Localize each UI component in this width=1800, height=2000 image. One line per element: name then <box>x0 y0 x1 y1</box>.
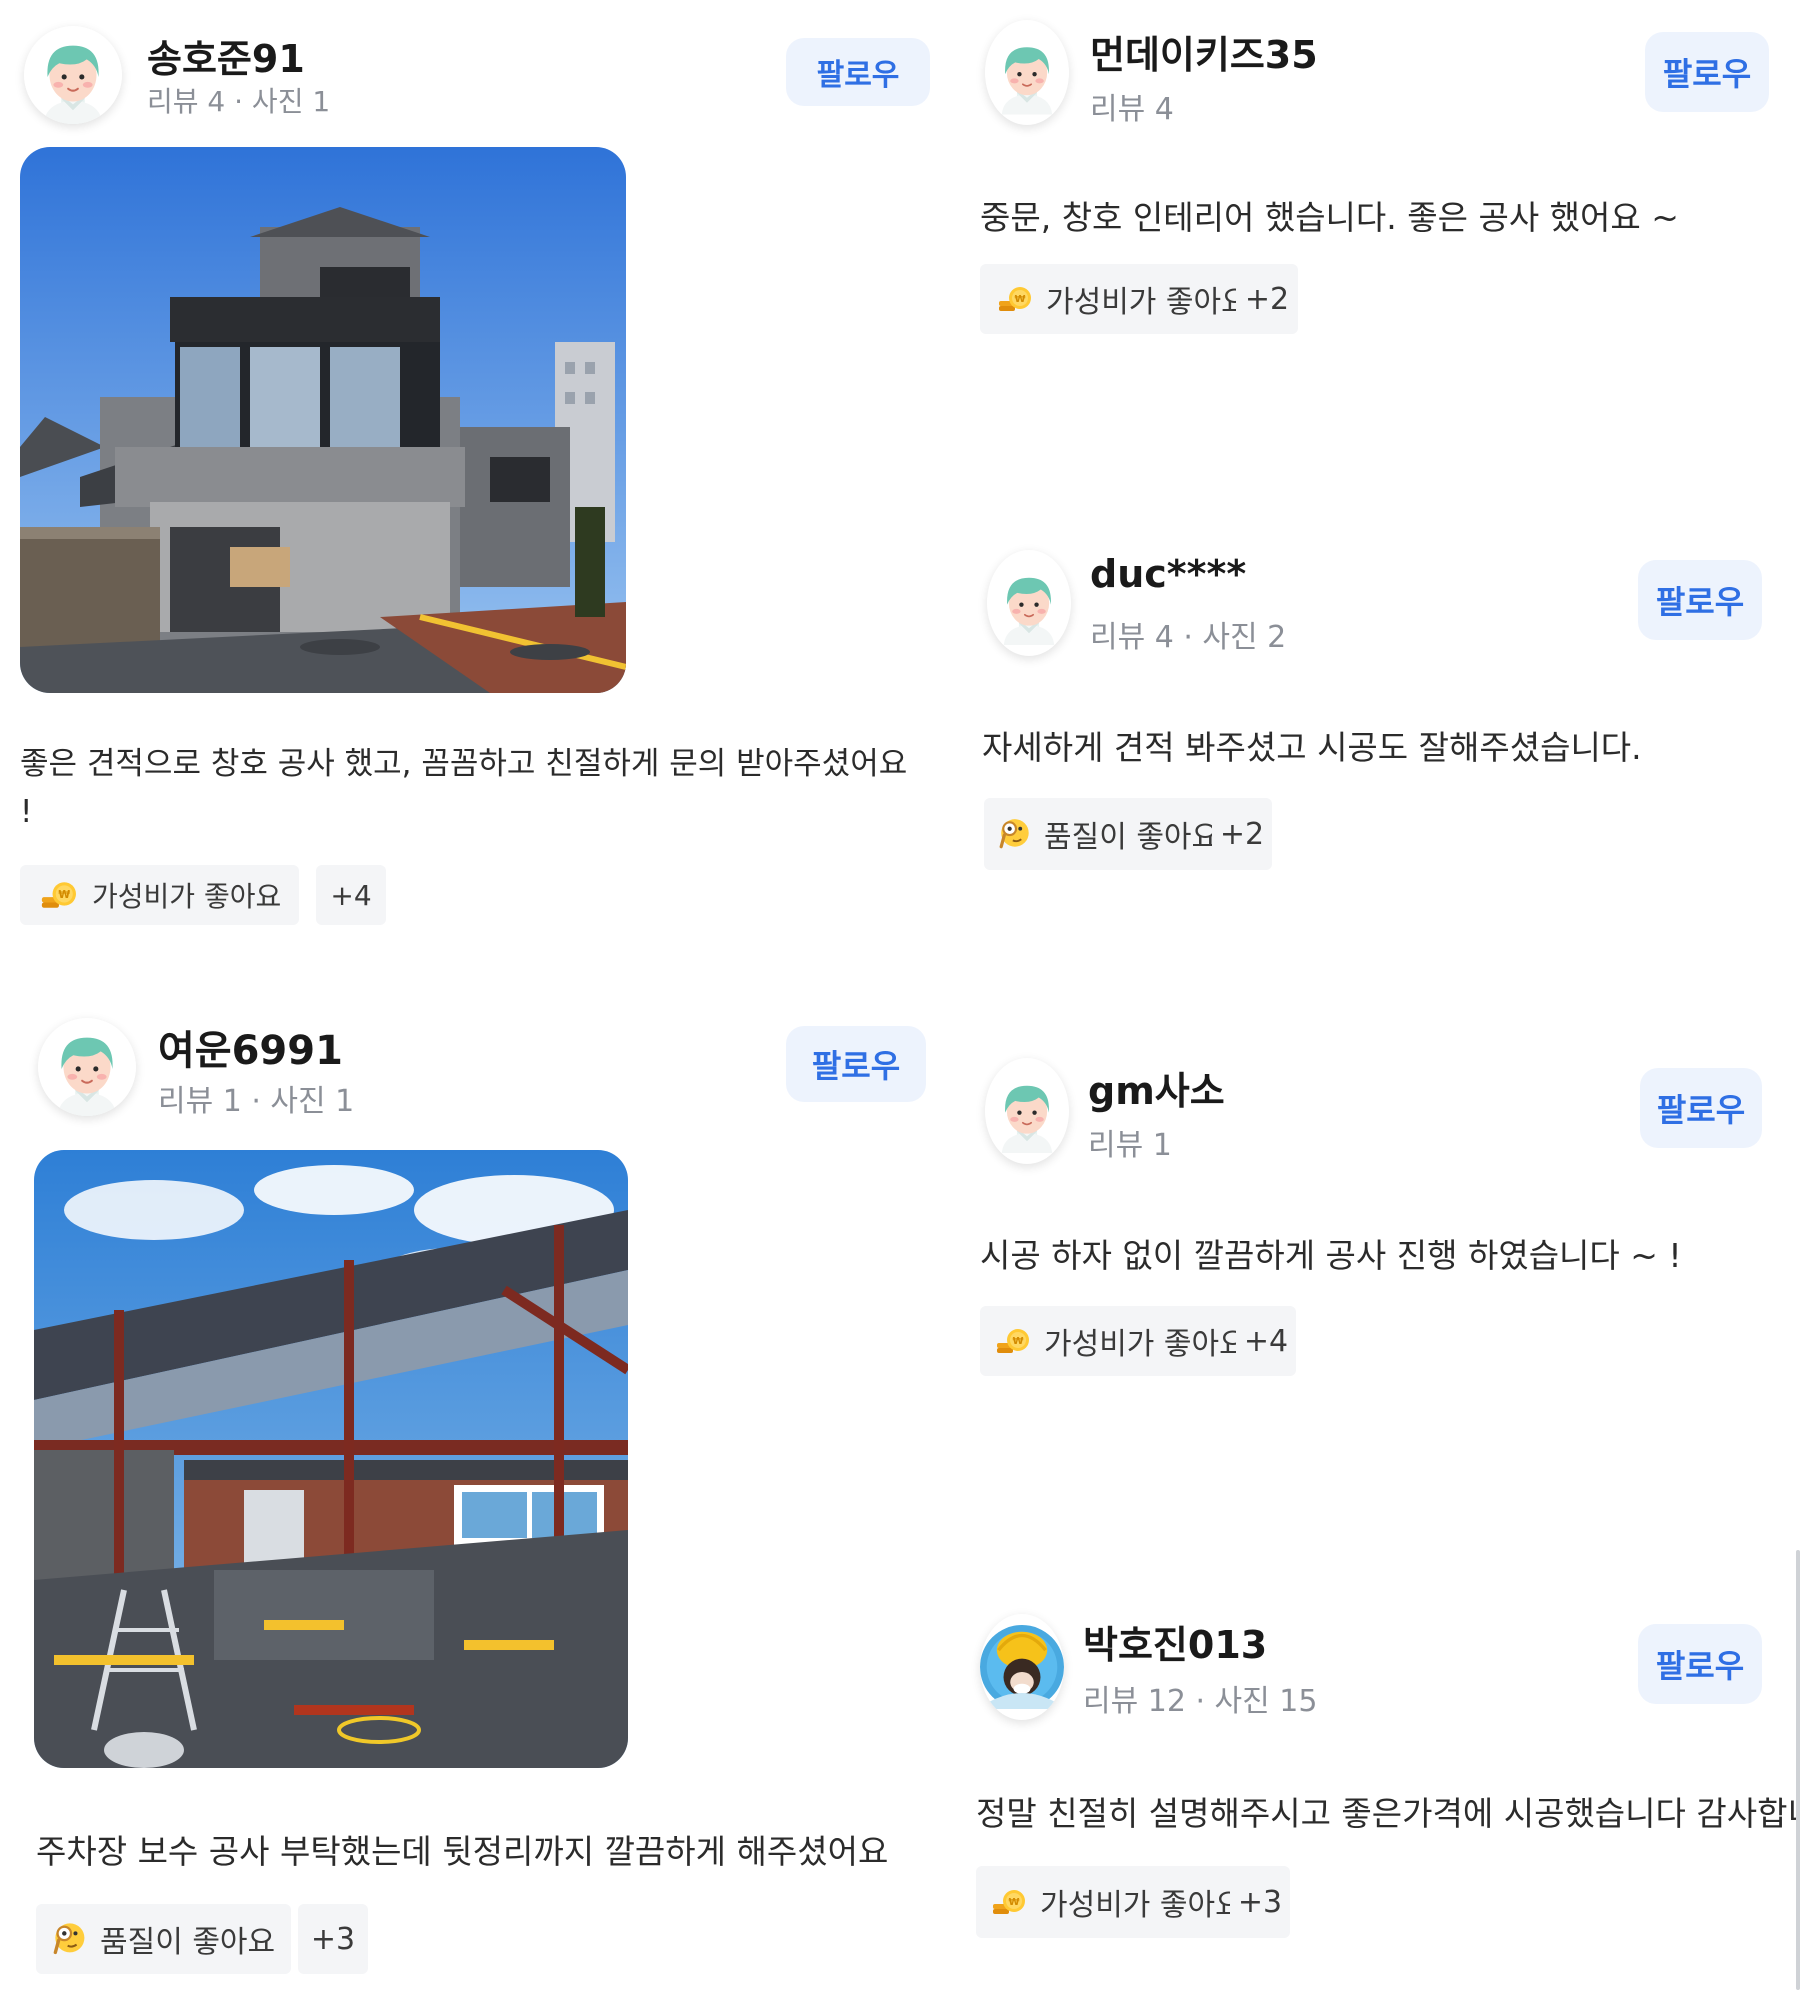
reviewer-name[interactable]: gm사소 <box>1088 1060 1225 1115</box>
scrollbar[interactable] <box>1796 1550 1800 1990</box>
carport-photo <box>34 1150 628 1768</box>
review-text: 주차장 보수 공사 부탁했는데 뒷정리까지 깔끔하게 해주셨어요 <box>36 1832 889 1871</box>
review-tag[interactable]: 가성비가 좋아요 <box>980 1306 1261 1376</box>
review-text: 중문, 창호 인테리어 했습니다. 좋은 공사 했어요 ~ <box>980 198 1679 237</box>
review-text: 자세하게 견적 봐주셨고 시공도 잘해주셨습니다. <box>982 728 1642 767</box>
reviewer-stats: 리뷰 4 · 사진 2 <box>1090 620 1287 655</box>
follow-button[interactable]: 팔로우 <box>1645 32 1769 112</box>
reviewer-name[interactable]: 박호진013 <box>1083 1614 1267 1669</box>
more-tags-button[interactable]: +4 <box>1236 1306 1296 1376</box>
user-avatar[interactable] <box>38 1018 136 1116</box>
user-avatar[interactable] <box>985 20 1069 125</box>
review-tag-label: 가성비가 좋아요 <box>1046 285 1249 320</box>
user-avatar[interactable] <box>985 1058 1069 1164</box>
reviewer-stats: 리뷰 4 <box>1090 92 1174 127</box>
user-avatar[interactable] <box>987 550 1071 656</box>
review-text: 좋은 견적으로 창호 공사 했고, 꼼꼼하고 친절하게 문의 받아주셨어요 ! <box>20 746 908 831</box>
follow-button[interactable]: 팔로우 <box>786 38 930 106</box>
default-avatar-icon <box>987 550 1071 656</box>
magnifier-face-icon <box>998 816 1034 852</box>
default-avatar-icon <box>985 20 1069 125</box>
more-tags-button[interactable]: +3 <box>298 1904 368 1974</box>
review-tag-label: 품질이 좋아요 <box>100 1925 276 1960</box>
reviewer-name[interactable]: 여운6991 <box>158 1018 343 1076</box>
coin-icon <box>38 879 82 911</box>
review-photo[interactable] <box>20 147 626 693</box>
review-tag-label: 가성비가 좋아요 <box>1040 1888 1243 1923</box>
profile-photo-avatar <box>980 1625 1064 1709</box>
review-text: 정말 친절히 설명해주시고 좋은가격에 시공했습니다 감사합니다 <box>976 1794 1800 1833</box>
reviewer-name[interactable]: duc**** <box>1090 552 1246 596</box>
review-tag[interactable]: 가성비가 좋아요 <box>20 865 300 925</box>
coin-icon <box>994 1325 1034 1357</box>
default-avatar-icon <box>985 1058 1069 1164</box>
reviewer-stats: 리뷰 1 <box>1088 1128 1172 1163</box>
review-tag-label: 가성비가 좋아요 <box>1044 1327 1247 1362</box>
reviewer-stats: 리뷰 1 · 사진 1 <box>158 1084 355 1119</box>
coin-icon <box>996 283 1036 315</box>
review-photo[interactable] <box>34 1150 628 1768</box>
more-tags-button[interactable]: +4 <box>316 865 386 925</box>
default-avatar-icon <box>38 1018 136 1116</box>
reviewer-stats: 리뷰 4 · 사진 1 <box>147 85 331 118</box>
review-text: 시공 하자 없이 깔끔하게 공사 진행 하였습니다 ~ ! <box>980 1236 1682 1275</box>
magnifier-face-icon <box>52 1920 90 1958</box>
reviewer-name[interactable]: 먼데이키즈35 <box>1090 24 1318 79</box>
review-tag-label: 가성비가 좋아요 <box>92 880 282 913</box>
reviewer-name[interactable]: 송호준91 <box>147 28 305 83</box>
more-tags-button[interactable]: +2 <box>1236 264 1298 334</box>
coin-icon <box>990 1886 1030 1918</box>
follow-button[interactable]: 팔로우 <box>786 1026 926 1102</box>
review-tag[interactable]: 품질이 좋아요 <box>984 798 1234 870</box>
reviewer-stats: 리뷰 12 · 사진 15 <box>1083 1684 1318 1719</box>
review-tag[interactable]: 품질이 좋아요 <box>36 1904 292 1974</box>
review-tag-label: 품질이 좋아요 <box>1044 820 1220 855</box>
more-tags-button[interactable]: +2 <box>1212 798 1272 870</box>
house-photo <box>20 147 626 693</box>
follow-button[interactable]: 팔로우 <box>1638 560 1762 640</box>
more-tags-button[interactable]: +3 <box>1230 1866 1290 1938</box>
review-tag[interactable]: 가성비가 좋아요 <box>976 1866 1257 1938</box>
default-avatar-icon <box>24 26 122 124</box>
review-tag[interactable]: 가성비가 좋아요 <box>980 264 1265 334</box>
follow-button[interactable]: 팔로우 <box>1640 1068 1762 1148</box>
follow-button[interactable]: 팔로우 <box>1638 1624 1762 1704</box>
user-avatar[interactable] <box>980 1614 1064 1720</box>
user-avatar[interactable] <box>24 26 122 124</box>
